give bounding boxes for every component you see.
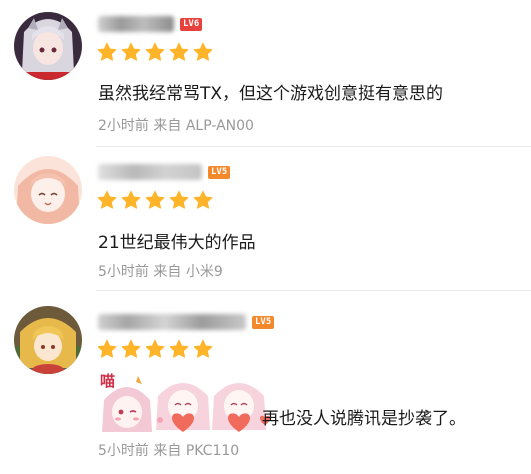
username-row: LV5 bbox=[98, 312, 275, 332]
star-icon bbox=[169, 190, 189, 209]
device-name: 小米9 bbox=[185, 264, 223, 280]
star-icon bbox=[121, 190, 141, 209]
comment-meta: 5小时前 来自 PKC110 bbox=[98, 440, 239, 460]
rating-stars bbox=[97, 339, 213, 361]
star-icon bbox=[169, 339, 189, 358]
source-prefix: 来自 bbox=[153, 443, 182, 459]
star-icon bbox=[193, 190, 213, 209]
comment-item: LV5 喵 再也没人说腾讯是抄袭了。 5小时前 来自 PKC110 bbox=[0, 292, 531, 474]
sticker-caption: 喵 bbox=[100, 372, 115, 390]
blurred-username[interactable] bbox=[98, 164, 202, 180]
username-row: LV5 bbox=[98, 162, 231, 182]
blurred-username[interactable] bbox=[98, 16, 174, 32]
level-badge: LV6 bbox=[180, 17, 203, 31]
divider bbox=[96, 146, 531, 147]
comment-text: 21世纪最伟大的作品 bbox=[98, 233, 256, 253]
avatar[interactable] bbox=[14, 12, 82, 80]
comment-item: LV6 虽然我经常骂TX，但这个游戏创意挺有意思的 2小时前 来自 ALP-AN… bbox=[0, 0, 531, 148]
rating-stars bbox=[97, 42, 213, 64]
timestamp: 5小时前 bbox=[98, 443, 149, 459]
star-icon bbox=[193, 42, 213, 61]
comment-item: LV5 21世纪最伟大的作品 5小时前 来自 小米9 bbox=[0, 148, 531, 288]
device-name: ALP-AN00 bbox=[185, 118, 254, 134]
star-icon bbox=[121, 339, 141, 358]
level-badge: LV5 bbox=[208, 165, 231, 179]
timestamp: 5小时前 bbox=[98, 264, 149, 280]
sticker-emoji bbox=[208, 370, 270, 438]
star-icon bbox=[145, 190, 165, 209]
star-icon bbox=[169, 42, 189, 61]
level-badge: LV5 bbox=[252, 315, 275, 329]
star-icon bbox=[97, 190, 117, 209]
comment-meta: 5小时前 来自 小米9 bbox=[98, 261, 223, 281]
comment-meta: 2小时前 来自 ALP-AN00 bbox=[98, 115, 254, 135]
star-icon bbox=[145, 42, 165, 61]
avatar[interactable] bbox=[14, 306, 82, 374]
star-icon bbox=[145, 339, 165, 358]
comment-text: 虽然我经常骂TX，但这个游戏创意挺有意思的 bbox=[98, 84, 444, 104]
source-prefix: 来自 bbox=[153, 264, 182, 280]
avatar[interactable] bbox=[14, 156, 82, 224]
device-name: PKC110 bbox=[185, 443, 240, 459]
star-icon bbox=[121, 42, 141, 61]
sticker-emoji: 喵 bbox=[96, 370, 158, 438]
star-icon bbox=[193, 339, 213, 358]
timestamp: 2小时前 bbox=[98, 118, 149, 134]
star-icon bbox=[97, 42, 117, 61]
rating-stars bbox=[97, 190, 213, 212]
comment-text: 再也没人说腾讯是抄袭了。 bbox=[262, 409, 466, 429]
divider bbox=[96, 290, 531, 291]
blurred-username[interactable] bbox=[98, 314, 246, 330]
username-row: LV6 bbox=[98, 14, 203, 34]
source-prefix: 来自 bbox=[153, 118, 182, 134]
sticker-emoji bbox=[152, 370, 214, 438]
star-icon bbox=[97, 339, 117, 358]
